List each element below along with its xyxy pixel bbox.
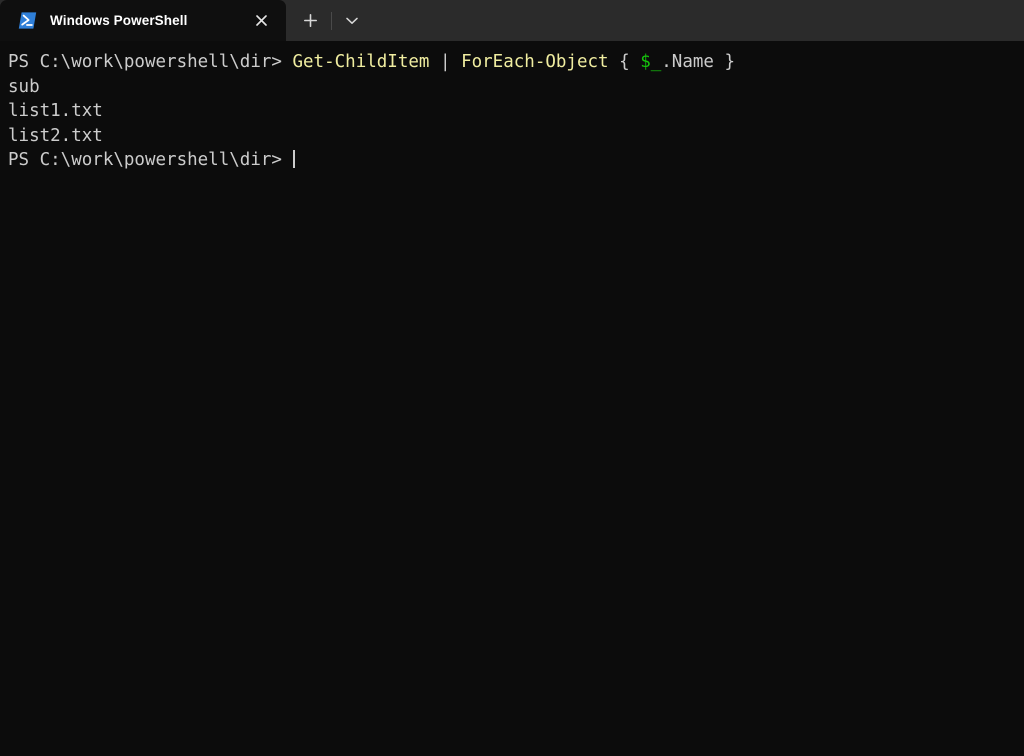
prompt-line: PS C:\work\powershell\dir> <box>8 148 1024 173</box>
output-line-3: list2.txt <box>8 124 1024 149</box>
tab-windows-powershell[interactable]: Windows PowerShell <box>0 0 286 41</box>
command-line: PS C:\work\powershell\dir> Get-ChildItem… <box>8 50 1024 75</box>
command-line-segment-6: .Name } <box>661 52 736 72</box>
command-line-segment-5: $_ <box>640 52 662 72</box>
output-line-1: sub <box>8 75 1024 100</box>
toolbar-divider <box>331 11 332 30</box>
tab-controls <box>286 0 369 41</box>
output-line-2-segment-0: list1.txt <box>8 101 103 122</box>
output-line-3-segment-0: list2.txt <box>8 125 103 146</box>
output-line-2: list1.txt <box>8 99 1024 124</box>
chevron-down-icon[interactable] <box>335 6 369 36</box>
powershell-icon <box>18 11 37 30</box>
command-line-segment-1: Get-ChildItem <box>292 52 430 72</box>
new-tab-icon[interactable] <box>292 6 328 36</box>
terminal-output-area[interactable]: PS C:\work\powershell\dir> Get-ChildItem… <box>0 41 1024 756</box>
terminal-text-buffer: PS C:\work\powershell\dir> Get-ChildItem… <box>8 50 1024 173</box>
command-line-segment-3: ForEach-Object <box>461 52 609 72</box>
output-line-1-segment-0: sub <box>8 76 40 97</box>
command-line-segment-0: PS C:\work\powershell\dir> <box>8 52 293 72</box>
close-icon[interactable] <box>244 7 278 35</box>
tab-title: Windows PowerShell <box>50 13 188 28</box>
title-bar: Windows PowerShell <box>0 0 1024 41</box>
command-line-segment-4: { <box>608 52 641 72</box>
prompt-line-segment-0: PS C:\work\powershell\dir> <box>8 150 293 171</box>
text-cursor <box>293 150 296 169</box>
command-line-segment-2: | <box>429 52 462 72</box>
